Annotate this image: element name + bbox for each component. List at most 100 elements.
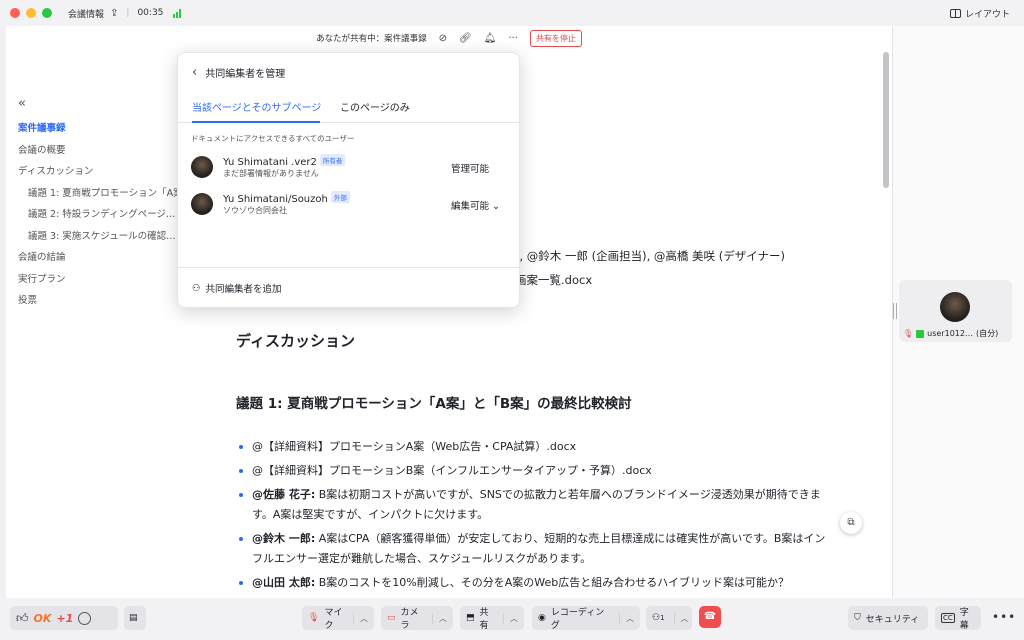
link-icon[interactable]: 🔗︎ bbox=[459, 33, 472, 44]
permission-label: 管理可能 bbox=[451, 164, 490, 175]
toc-item[interactable]: 議題 1: 夏商戦プロモーション「A案」と「B案」の最終比較検討 bbox=[18, 183, 178, 205]
toc-item[interactable]: ディスカッション bbox=[18, 161, 178, 183]
signal-strength-icon bbox=[173, 8, 182, 18]
divider bbox=[178, 267, 519, 268]
maximize-window-button[interactable] bbox=[42, 8, 52, 18]
recording-options-caret[interactable]: ︿ bbox=[619, 612, 634, 624]
captions-button[interactable]: CC 字幕 bbox=[935, 606, 981, 631]
tab-this-page-only[interactable]: このページのみ bbox=[340, 99, 410, 114]
emoji-icon[interactable] bbox=[78, 611, 92, 625]
camera-label: カメラ bbox=[400, 608, 419, 631]
mic-button[interactable]: 🎙︎ マイク ︿ bbox=[302, 606, 374, 631]
participant-tile[interactable]: 🎙︎ user1012… (自分) bbox=[899, 280, 1012, 342]
comment-text: B案は初期コストが高いですが、SNSでの拡散力と若年層へのブランドイメージ浸透効… bbox=[252, 488, 821, 521]
collapse-toc-icon[interactable]: « bbox=[18, 96, 26, 111]
more-options-icon[interactable]: ••• bbox=[992, 610, 1016, 624]
chat-button[interactable]: ▤ bbox=[124, 606, 146, 630]
camera-button[interactable]: ▭ カメラ ︿ bbox=[381, 606, 453, 631]
layout-button[interactable]: レイアウト bbox=[949, 7, 1010, 20]
mic-options-caret[interactable]: ︿ bbox=[353, 612, 368, 624]
attachment-line[interactable]: 画案一覧.docx bbox=[515, 272, 592, 288]
external-badge: 外部 bbox=[330, 191, 350, 203]
security-label: セキュリティ bbox=[865, 614, 920, 625]
end-call-button[interactable]: ☎︎ bbox=[699, 606, 721, 628]
share-button[interactable]: ⬒ 共有 ︿ bbox=[460, 606, 524, 631]
toc-item[interactable]: 会議の概要 bbox=[18, 140, 178, 162]
back-icon[interactable]: ‹ bbox=[192, 65, 197, 80]
popup-header: ‹ 共同編集者を管理 bbox=[192, 65, 285, 80]
cc-icon: CC bbox=[941, 613, 955, 623]
participant-label: 🎙︎ user1012… (自分) bbox=[903, 328, 998, 339]
compass-icon[interactable]: ⊘ bbox=[439, 33, 447, 44]
table-of-contents: 案件議事録 会議の概要 ディスカッション 議題 1: 夏商戦プロモーション「A案… bbox=[18, 118, 178, 312]
chevron-down-icon: ⌄ bbox=[492, 201, 501, 212]
share-screen-icon: ⬒ bbox=[466, 613, 475, 623]
recording-button[interactable]: ◉ レコーディング ︿ bbox=[532, 606, 640, 631]
agenda-heading: 議題 1: 夏商戦プロモーション「A案」と「B案」の最終比較検討 bbox=[236, 396, 632, 412]
toc-item[interactable]: 会議の結論 bbox=[18, 247, 178, 269]
avatar bbox=[191, 193, 213, 215]
title-bar: 会議情報 ⇪ | 00:35 レイアウト bbox=[0, 0, 1024, 26]
participants-count: 1 bbox=[660, 614, 665, 622]
participants-options-caret[interactable]: ︿ bbox=[673, 612, 689, 624]
thumbs-up-icon[interactable]: 👍︎ bbox=[16, 611, 29, 626]
comment-text: A案はCPA（顧客獲得単価）が安定しており、短期的な売上目標達成には確実性が高い… bbox=[252, 532, 826, 565]
share-link-icon[interactable]: ⇪ bbox=[110, 8, 118, 19]
minimize-window-button[interactable] bbox=[26, 8, 36, 18]
tab-page-and-subpages[interactable]: 当該ページとそのサブページ bbox=[192, 99, 321, 114]
mention[interactable]: @山田 太郎: bbox=[252, 576, 315, 589]
mention[interactable]: @佐藤 花子: bbox=[252, 488, 315, 501]
doc-link[interactable]: @【詳細資料】プロモーションB案（インフルエンサータイアップ・予算）.docx bbox=[252, 464, 652, 477]
shield-icon: ⛉ bbox=[854, 613, 861, 623]
camera-options-caret[interactable]: ︿ bbox=[432, 612, 447, 624]
reactions-bar: 👍︎ OK +1 bbox=[10, 606, 118, 630]
plus-one-reaction[interactable]: +1 bbox=[56, 612, 73, 625]
avatar bbox=[191, 156, 213, 178]
collaborator-org: ソウゾウ合同会社 bbox=[223, 206, 287, 215]
toc-item[interactable]: 実行プラン bbox=[18, 269, 178, 291]
toc-item[interactable]: 議題 3: 実施スケジュールの確認… bbox=[18, 226, 178, 248]
collaborator-name: Yu Shimatani/Souzoh 外部 bbox=[223, 191, 350, 205]
recording-label: レコーディング bbox=[550, 608, 605, 631]
collaborator-row: Yu Shimatani/Souzoh 外部 ソウゾウ合同会社 編集可能 ⌄ bbox=[191, 191, 509, 219]
divider: | bbox=[126, 8, 130, 18]
close-window-button[interactable] bbox=[10, 8, 20, 18]
permission-value: 編集可能 bbox=[451, 201, 490, 212]
hang-up-icon: ☎︎ bbox=[703, 611, 717, 622]
participants-button[interactable]: ⚇ 1 ︿ bbox=[646, 606, 692, 630]
toc-item[interactable]: 案件議事録 bbox=[18, 118, 178, 140]
copy-icon[interactable]: ⧉ bbox=[840, 512, 862, 534]
mention[interactable]: @鈴木 一郎: bbox=[252, 532, 315, 545]
add-user-icon: ⚇ bbox=[192, 282, 201, 294]
camera-off-icon: ▭ bbox=[387, 613, 396, 623]
security-button[interactable]: ⛉ セキュリティ bbox=[848, 606, 928, 630]
self-label: (自分) bbox=[975, 329, 999, 338]
resize-handle[interactable] bbox=[893, 303, 897, 319]
avatar bbox=[940, 292, 970, 322]
record-icon: ◉ bbox=[538, 613, 546, 623]
list-item: @山田 太郎: B案のコストを10%削減し、その分をA案のWeb広告と組み合わせ… bbox=[236, 573, 826, 593]
captions-label: 字幕 bbox=[959, 608, 969, 631]
share-status-bar: あなたが共有中：案件議事録 ⊘ 🔗︎ 🔔︎ ··· 共有を停止 bbox=[6, 26, 892, 50]
doc-link[interactable]: @【詳細資料】プロモーションA案（Web広告・CPA試算）.docx bbox=[252, 440, 576, 453]
toc-item[interactable]: 議題 2: 特設ランディングページ… bbox=[18, 204, 178, 226]
document-scrollbar[interactable] bbox=[883, 52, 889, 188]
add-collaborator-button[interactable]: ⚇ 共同編集者を追加 bbox=[192, 281, 282, 296]
share-options-caret[interactable]: ︿ bbox=[503, 612, 518, 624]
list-item: @【詳細資料】プロモーションB案（インフルエンサータイアップ・予算）.docx bbox=[236, 461, 826, 481]
bell-icon[interactable]: 🔔︎ bbox=[484, 33, 497, 44]
toc-item[interactable]: 投票 bbox=[18, 290, 178, 312]
more-icon[interactable]: ··· bbox=[508, 33, 518, 44]
mic-off-icon: 🎙︎ bbox=[903, 329, 914, 338]
attendees-line: ), @鈴木 一郎 (企画担当), @高橋 美咲 (デザイナー) bbox=[515, 249, 785, 263]
popup-title: 共同編集者を管理 bbox=[205, 69, 286, 80]
list-item: @【詳細資料】プロモーションA案（Web広告・CPA試算）.docx bbox=[236, 437, 826, 457]
scope-tabs: 当該ページとそのサブページ このページのみ bbox=[178, 93, 519, 123]
permission-dropdown[interactable]: 編集可能 ⌄ bbox=[451, 198, 500, 212]
ok-reaction[interactable]: OK bbox=[34, 612, 52, 625]
access-label: ドキュメントにアクセスできるすべてのユーザー bbox=[191, 134, 355, 143]
section-heading: ディスカッション bbox=[236, 332, 355, 350]
layout-icon bbox=[949, 9, 961, 18]
meeting-info-title[interactable]: 会議情報 bbox=[68, 7, 104, 20]
stop-sharing-button[interactable]: 共有を停止 bbox=[529, 29, 582, 47]
